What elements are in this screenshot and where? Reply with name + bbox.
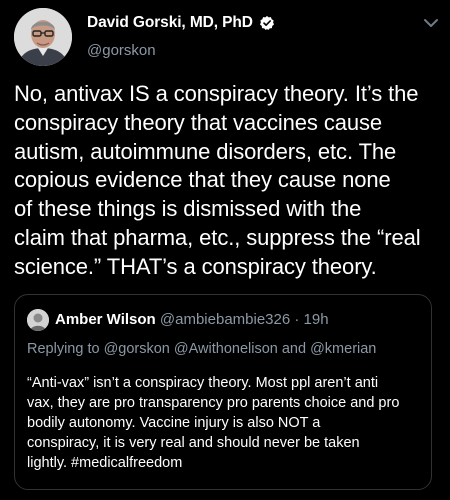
author-display-name[interactable]: David Gorski, MD, PhD [87, 14, 253, 32]
author-avatar[interactable] [14, 8, 72, 66]
quoted-tweet-text: “Anti-vax” isn’t a conspiracy theory. Mo… [27, 375, 400, 471]
author-avatar-image [14, 8, 72, 66]
tweet-text: No, antivax IS a conspiracy theory. It’s… [14, 81, 421, 279]
verified-badge-icon [259, 15, 275, 31]
tweet-card: David Gorski, MD, PhD @gorskon No, antiv… [0, 0, 450, 500]
quoted-replying-to: Replying to @gorskon @Awithonelison and … [27, 341, 377, 357]
quoted-header: Amber Wilson @ambiebambie326 · 19h [55, 311, 329, 328]
quoted-tweet[interactable]: Amber Wilson @ambiebambie326 · 19h Reply… [14, 294, 432, 490]
quoted-display-name[interactable]: Amber Wilson [55, 311, 156, 328]
author-handle[interactable]: @gorskon [87, 42, 156, 59]
author-name-row: David Gorski, MD, PhD [87, 14, 275, 32]
chevron-down-icon[interactable] [422, 14, 440, 32]
quoted-author-avatar[interactable] [27, 309, 49, 331]
quoted-avatar-image [27, 309, 49, 331]
quoted-handle-time[interactable]: @ambiebambie326 · 19h [160, 311, 329, 328]
